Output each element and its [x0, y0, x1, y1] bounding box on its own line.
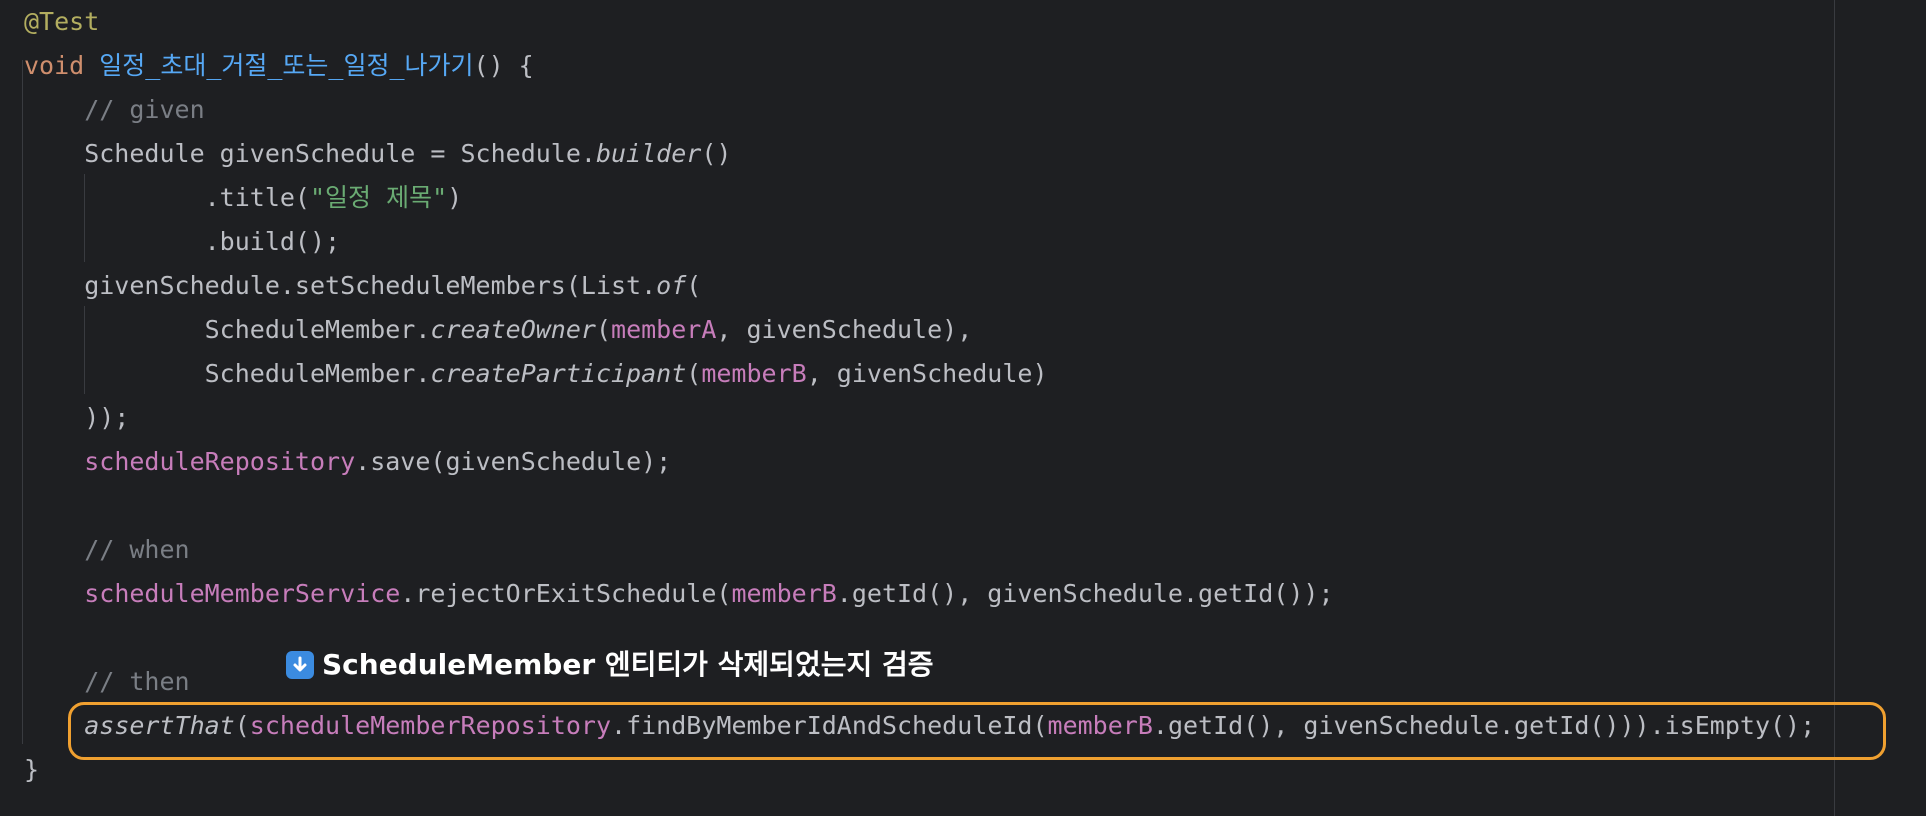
- code-token: scheduleMemberService: [84, 579, 401, 608]
- code-token: // then: [24, 667, 190, 696]
- code-token: 일정_초대_거절_또는_일정_나가기: [99, 51, 474, 80]
- code-token: memberB: [731, 579, 837, 608]
- code-line[interactable]: ScheduleMember.createParticipant(memberB…: [24, 354, 1048, 394]
- code-token: // when: [24, 535, 190, 564]
- code-token: , givenSchedule),: [716, 315, 973, 344]
- code-line[interactable]: ScheduleMember.createOwner(memberA, give…: [24, 310, 973, 350]
- code-token: memberA: [611, 315, 717, 344]
- right-margin-guide: [1834, 0, 1835, 816]
- code-token: .title(: [24, 183, 310, 212]
- code-line[interactable]: // when: [24, 530, 190, 570]
- code-token: of: [656, 271, 687, 300]
- code-token: ScheduleMember.: [24, 359, 431, 388]
- code-editor[interactable]: @Test void 일정_초대_거절_또는_일정_나가기() { // give…: [0, 0, 1926, 816]
- code-token: .save(givenSchedule);: [355, 447, 672, 476]
- code-token: builder: [595, 139, 702, 168]
- code-token: givenSchedule.setScheduleMembers(List.: [24, 271, 657, 300]
- code-token: (): [701, 139, 732, 168]
- code-token: createParticipant: [430, 359, 687, 388]
- arrow-down-icon: [286, 651, 314, 679]
- indent-guide: [22, 60, 23, 744]
- code-token: ));: [24, 403, 130, 432]
- code-token: ): [447, 183, 463, 212]
- code-line[interactable]: givenSchedule.setScheduleMembers(List.of…: [24, 266, 701, 306]
- code-line[interactable]: .title("일정 제목"): [24, 178, 463, 218]
- code-token: Schedule givenSchedule = Schedule.: [24, 139, 596, 168]
- code-line[interactable]: scheduleRepository.save(givenSchedule);: [24, 442, 671, 482]
- code-token: scheduleRepository: [84, 447, 356, 476]
- code-line[interactable]: @Test: [24, 2, 99, 42]
- code-line[interactable]: }: [24, 750, 39, 790]
- code-token: () {: [473, 51, 534, 80]
- code-token: (: [686, 271, 702, 300]
- code-line[interactable]: // then: [24, 662, 190, 702]
- code-token: , givenSchedule): [806, 359, 1048, 388]
- code-line[interactable]: // given: [24, 90, 205, 130]
- code-token: (: [686, 359, 702, 388]
- code-token: void: [24, 51, 100, 80]
- code-token: (: [595, 315, 612, 344]
- code-token: }: [24, 755, 40, 784]
- annotation-text: ScheduleMember 엔티티가 삭제되었는지 검증: [322, 648, 934, 681]
- code-token: "일정 제목": [309, 183, 448, 212]
- code-token: memberB: [701, 359, 807, 388]
- code-token: .getId(), givenSchedule.getId());: [836, 579, 1334, 608]
- annotation-callout: ScheduleMember 엔티티가 삭제되었는지 검증: [286, 645, 934, 685]
- code-token: .rejectOrExitSchedule(: [400, 579, 732, 608]
- highlight-box: [68, 702, 1886, 760]
- code-line[interactable]: .build();: [24, 222, 340, 262]
- code-token: @Test: [24, 7, 100, 36]
- code-token: createOwner: [430, 315, 596, 344]
- code-token: .build();: [24, 227, 341, 256]
- code-token: // given: [24, 95, 205, 124]
- code-token: ScheduleMember.: [24, 315, 431, 344]
- code-line[interactable]: void 일정_초대_거절_또는_일정_나가기() {: [24, 46, 534, 86]
- code-line[interactable]: Schedule givenSchedule = Schedule.builde…: [24, 134, 731, 174]
- code-line[interactable]: ));: [24, 398, 129, 438]
- code-line[interactable]: scheduleMemberService.rejectOrExitSchedu…: [24, 574, 1334, 614]
